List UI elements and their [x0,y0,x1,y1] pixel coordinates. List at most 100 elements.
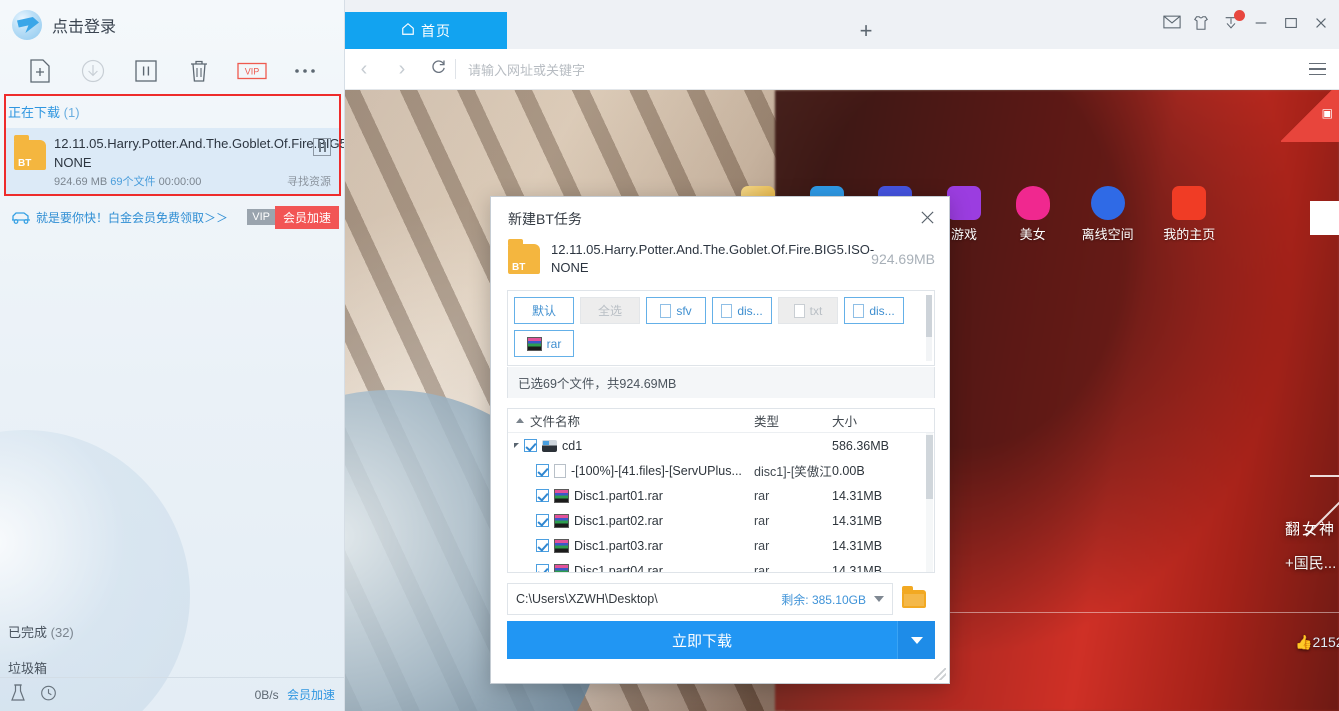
expand-collapse-icon[interactable] [514,443,519,448]
column-header-size[interactable]: 大小 [832,411,922,430]
download-options-dropdown[interactable] [897,621,935,659]
close-icon[interactable] [913,203,941,231]
sort-ascending-icon [516,418,524,423]
filter-chip-label: rar [546,336,562,351]
file-name: Disc1.part01.rar [574,488,663,503]
dialog-task-name: 12.11.05.Harry.Potter.And.The.Goblet.Of.… [551,242,875,275]
row-checkbox[interactable] [536,514,549,527]
download-action-row: 立即下载 [507,621,935,659]
chevron-down-icon[interactable] [874,596,884,602]
new-task-icon[interactable] [14,59,67,83]
filter-chip-label: 全选 [597,304,622,318]
login-link[interactable]: 点击登录 [52,13,116,37]
thumbs-up-icon: 👍 [1295,634,1313,650]
start-download-icon[interactable] [67,59,120,83]
shirt-icon[interactable] [1193,15,1211,33]
new-tab-button[interactable]: + [853,20,879,46]
downloading-group-label: 正在下载 [8,105,61,120]
back-button[interactable]: ‹ [345,58,383,81]
file-type: rar [754,488,770,503]
filter-chip-dis-1[interactable]: dis... [712,297,772,324]
row-checkbox[interactable] [536,489,549,502]
table-row[interactable]: Disc1.part04.rar rar 14.31MB [508,558,934,573]
search-input[interactable] [1310,201,1339,235]
mail-icon[interactable] [1163,15,1181,33]
sidebar-item-completed[interactable]: 已完成 (32) [8,622,74,641]
filter-chip-sfv[interactable]: sfv [646,297,706,324]
vip-icon[interactable]: VIP [225,60,278,82]
filter-chip-dis-2[interactable]: dis... [844,297,904,324]
promo-accelerate-button[interactable]: 会员加速 [274,205,339,229]
sidebar-item-count: (32) [50,625,74,640]
file-name: Disc1.part04.rar [574,563,663,573]
file-icon [721,303,733,318]
save-path-field[interactable]: C:\Users\XZWH\Desktop\ 剩余: 385.10GB [507,583,893,615]
tab-home-label: 首页 [421,22,451,39]
download-now-button[interactable]: 立即下载 [507,621,897,659]
site-search [1310,201,1339,235]
member-accelerate-link[interactable]: 会员加速 [287,688,335,702]
address-bar[interactable]: 请输入网址或关键字 [456,49,1295,89]
filter-chip-panel: 默认 全选 sfv dis... txt dis... rar [507,290,935,366]
downloads-badge [1234,10,1245,21]
download-task-files: 69个文件 [110,176,156,188]
more-icon[interactable] [278,67,331,75]
lab-flask-icon[interactable] [10,684,26,705]
rar-icon [526,336,542,351]
corner-logo-glyph: ▣ [1321,106,1333,120]
site-nav-myhome[interactable]: 我的主页 [1161,186,1217,248]
filter-chip-rar[interactable]: rar [514,330,574,357]
site-nav-beauty[interactable]: 美女 [1011,186,1054,248]
file-list-scrollbar-thumb[interactable] [926,435,933,499]
promo-banner[interactable]: 就是要你快！白金会员免费领取＞＞ VIP 会员加速 [6,204,339,230]
row-checkbox[interactable] [536,464,549,477]
maximize-icon[interactable] [1283,15,1301,33]
downloader-status-bar: 0B/s 会员加速 [0,677,344,711]
bt-badge: BT [18,158,32,169]
user-home-icon [1172,186,1207,220]
row-checkbox[interactable] [536,564,549,572]
column-header-name[interactable]: 文件名称 [508,411,754,430]
forward-button[interactable]: › [383,58,421,81]
resize-grip[interactable] [934,668,946,680]
pause-icon[interactable] [313,138,331,156]
row-checkbox[interactable] [524,439,537,452]
table-row[interactable]: Disc1.part01.rar rar 14.31MB [508,483,934,508]
row-checkbox[interactable] [536,539,549,552]
menu-icon[interactable] [1295,49,1339,89]
file-name: Disc1.part02.rar [574,513,663,528]
downloads-icon[interactable] [1223,10,1245,33]
downloading-group-header[interactable]: 正在下载 (1) [8,102,80,121]
download-task-size: 924.69 MB [54,176,108,188]
table-row[interactable]: Disc1.part03.rar rar 14.31MB [508,533,934,558]
new-bt-task-dialog: 新建BT任务 BT 12.11.05.Harry.Potter.And.The.… [490,196,950,684]
filter-chip-select-all[interactable]: 全选 [580,297,640,324]
filter-chip-txt[interactable]: txt [778,297,838,324]
file-icon [793,303,805,318]
download-task-row[interactable]: BT 12.11.05.Harry.Potter.And.The.Goblet.… [6,128,344,194]
minimize-icon[interactable] [1253,15,1271,33]
dialog-task-summary: BT 12.11.05.Harry.Potter.And.The.Goblet.… [508,239,935,283]
tab-home[interactable]: 首页 [345,12,507,49]
save-path-row: C:\Users\XZWH\Desktop\ 剩余: 385.10GB [507,583,935,615]
browse-folder-button[interactable] [893,583,935,615]
app-root: 首页 + ‹ › 请输入网址或关键字 ▣ 游戏 美女 离线空间 我的主页 翻女神… [0,0,1339,711]
delete-icon[interactable] [172,59,225,83]
close-icon[interactable] [1313,15,1331,33]
sidebar-item-label: 垃圾箱 [8,661,48,676]
reload-icon[interactable] [421,58,455,80]
table-row[interactable]: Disc1.part02.rar rar 14.31MB [508,508,934,533]
status-bar-icons [10,684,57,705]
table-row[interactable]: cd1 586.36MB [508,433,934,458]
file-type: rar [754,513,770,528]
filter-scrollbar-thumb[interactable] [926,295,932,337]
navigation-bar: ‹ › 请输入网址或关键字 [345,49,1339,90]
filter-chip-default[interactable]: 默认 [514,297,574,324]
table-row[interactable]: -[100%]-[41.files]-[ServUPlus... disc1]-… [508,458,934,483]
clock-icon[interactable] [40,684,57,705]
column-header-type[interactable]: 类型 [754,411,832,430]
pause-icon[interactable] [120,60,173,82]
site-nav-cloud[interactable]: 离线空间 [1080,186,1136,248]
avatar[interactable] [12,10,42,40]
sidebar-item-trash[interactable]: 垃圾箱 [8,658,47,677]
